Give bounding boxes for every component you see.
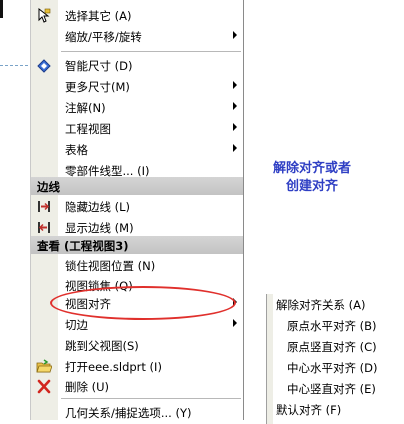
menu-item-tables[interactable]: 表格 <box>31 139 243 160</box>
menu-item-label: 跳到父视图(S) <box>65 339 139 353</box>
menu-item-hide-edge[interactable]: 隐藏边线 (L) <box>31 196 243 217</box>
menu-item-zoom-pan-rotate[interactable]: 缩放/平移/旋转 <box>31 26 243 47</box>
delete-icon <box>36 379 52 394</box>
submenu-arrow-icon <box>233 81 237 89</box>
hide-edge-icon <box>36 199 52 214</box>
submenu-item-origin-vertical[interactable]: 原点竖直对齐 (C) <box>267 336 404 357</box>
submenu-item-center-horizontal[interactable]: 中心水平对齐 (D) <box>267 357 404 378</box>
alignment-submenu: 解除对齐关系 (A) 原点水平对齐 (B) 原点竖直对齐 (C) 中心水平对齐 … <box>266 294 404 424</box>
menu-item-open-part[interactable]: 打开eee.sldprt (I) <box>31 356 243 377</box>
smart-dimension-icon <box>36 58 52 73</box>
dashed-guide-line <box>0 65 28 66</box>
section-header-label: 边线 <box>37 180 60 194</box>
context-menu: 选择其它 (A) 缩放/平移/旋转 智能尺寸 (D) 更多尺寸(M) 注解(N)… <box>30 0 244 420</box>
submenu-arrow-icon <box>233 123 237 131</box>
highlight-oval <box>50 286 236 320</box>
submenu-arrow-icon <box>233 31 237 39</box>
submenu-item-origin-horizontal[interactable]: 原点水平对齐 (B) <box>267 315 404 336</box>
submenu-item-label: 原点竖直对齐 (C) <box>287 340 377 354</box>
submenu-arrow-icon <box>233 144 237 152</box>
menu-item-label: 注解(N) <box>65 101 106 115</box>
menu-item-smart-dimension[interactable]: 智能尺寸 (D) <box>31 55 243 76</box>
menu-item-label: 打开eee.sldprt (I) <box>65 360 162 374</box>
menu-item-label: 智能尺寸 (D) <box>65 59 133 73</box>
menu-item-label: 选择其它 (A) <box>65 9 132 23</box>
menu-item-label: 表格 <box>65 143 88 157</box>
select-other-icon <box>36 7 52 23</box>
menu-item-relations-snaps[interactable]: 几何关系/捕捉选项... (Y) <box>31 402 243 423</box>
submenu-item-break-alignment[interactable]: 解除对齐关系 (A) <box>267 294 404 315</box>
annotation-line-1: 解除对齐或者 <box>272 161 351 176</box>
menu-item-label: 显示边线 (M) <box>65 221 134 235</box>
open-folder-icon <box>36 359 53 374</box>
menu-item-drawing-views[interactable]: 工程视图 <box>31 118 243 139</box>
menu-item-label: 更多尺寸(M) <box>65 80 130 94</box>
submenu-item-label: 中心水平对齐 (D) <box>287 361 378 375</box>
show-edge-icon <box>36 220 52 235</box>
menu-item-label: 删除 (U) <box>65 380 110 394</box>
menu-item-select-other[interactable]: 选择其它 (A) <box>31 5 243 26</box>
menu-item-label: 隐藏边线 (L) <box>65 200 131 214</box>
menu-item-jump-to-parent[interactable]: 跳到父视图(S) <box>31 335 243 356</box>
menu-item-annotations[interactable]: 注解(N) <box>31 97 243 118</box>
submenu-arrow-icon <box>233 102 237 110</box>
menu-item-delete[interactable]: 删除 (U) <box>31 376 243 397</box>
annotation-line-2: 创建对齐 <box>285 179 338 194</box>
menu-item-more-dimensions[interactable]: 更多尺寸(M) <box>31 76 243 97</box>
drawing-edge <box>0 0 3 18</box>
section-header-edge: 边线 <box>31 177 243 195</box>
menu-separator <box>61 398 241 399</box>
submenu-arrow-icon <box>233 319 237 327</box>
section-header-label: 查看 (工程视图3) <box>37 239 129 253</box>
submenu-item-center-vertical[interactable]: 中心竖直对齐 (E) <box>267 378 404 399</box>
menu-item-label: 几何关系/捕捉选项... (Y) <box>65 406 192 420</box>
submenu-item-label: 原点水平对齐 (B) <box>287 319 377 333</box>
menu-item-show-edge[interactable]: 显示边线 (M) <box>31 217 243 238</box>
menu-item-label: 缩放/平移/旋转 <box>65 30 142 44</box>
menu-item-lock-view-position[interactable]: 锁住视图位置 (N) <box>31 255 243 276</box>
submenu-item-default-alignment[interactable]: 默认对齐 (F) <box>267 399 404 420</box>
menu-item-label: 锁住视图位置 (N) <box>65 259 156 273</box>
menu-separator <box>61 51 241 52</box>
submenu-item-label: 中心竖直对齐 (E) <box>287 382 376 396</box>
submenu-item-label: 解除对齐关系 (A) <box>276 298 366 312</box>
annotation-note: 解除对齐或者 创建对齐 <box>252 160 372 196</box>
menu-item-label: 切边 <box>65 318 88 332</box>
section-header-view: 查看 (工程视图3) <box>31 236 243 254</box>
menu-item-label: 工程视图 <box>65 122 111 136</box>
